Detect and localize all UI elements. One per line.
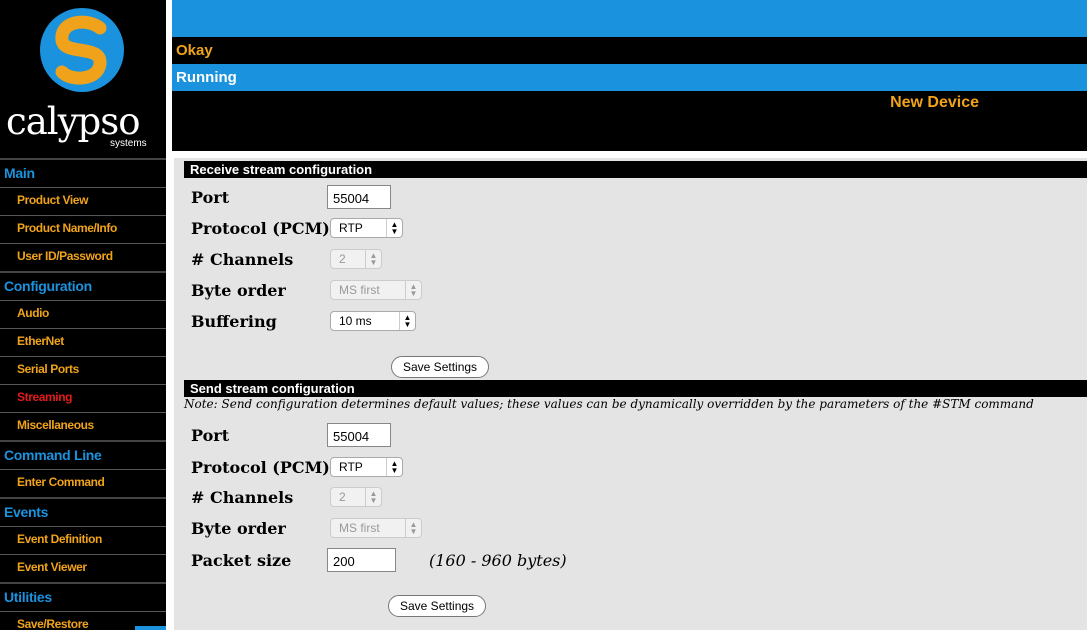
logo-wordmark: calypso: [6, 100, 140, 143]
nav-section-utilities: Utilities: [0, 582, 166, 611]
receive-byteorder-select[interactable]: MS first ▲ ▼: [330, 280, 422, 300]
send-save-button[interactable]: Save Settings: [388, 595, 487, 617]
nav-item-audio[interactable]: Audio: [0, 300, 166, 328]
nav-item-enter-command[interactable]: Enter Command: [0, 469, 166, 497]
state-bar: Running: [172, 64, 1087, 91]
nav-item-event-viewer[interactable]: Event Viewer: [0, 554, 166, 582]
nav-item-user-id-password[interactable]: User ID/Password: [0, 243, 166, 271]
send-packet-label: Packet size: [191, 551, 292, 570]
chevron-updown-icon: ▲ ▼: [399, 312, 415, 330]
chevron-updown-icon: ▲ ▼: [365, 250, 381, 268]
receive-protocol-value: RTP: [339, 221, 363, 235]
chevron-updown-icon: ▲ ▼: [365, 488, 381, 506]
nav-item-event-definition[interactable]: Event Definition: [0, 526, 166, 554]
send-section-title: Send stream configuration: [184, 380, 1087, 397]
device-bar: New Device: [172, 91, 1087, 151]
nav-item-save-restore[interactable]: Save/Restore: [0, 611, 166, 639]
send-byteorder-label: Byte order: [191, 519, 286, 538]
receive-byteorder-value: MS first: [339, 283, 380, 297]
status-bar: Okay: [172, 37, 1087, 64]
receive-port-input[interactable]: 55004: [327, 185, 391, 209]
nav-section-configuration: Configuration: [0, 271, 166, 300]
sidebar-footer-strip: [135, 626, 166, 630]
chevron-updown-icon: ▲ ▼: [405, 281, 421, 299]
main-panel: Receive stream configuration Port 55004 …: [174, 158, 1087, 630]
nav-item-ethernet[interactable]: EtherNet: [0, 328, 166, 356]
chevron-updown-icon: ▲ ▼: [386, 458, 402, 476]
nav-item-miscellaneous[interactable]: Miscellaneous: [0, 412, 166, 440]
receive-buffering-label: Buffering: [191, 312, 277, 331]
receive-channels-value: 2: [339, 252, 346, 266]
receive-channels-label: # Channels: [191, 250, 294, 269]
header-bar: [172, 0, 1087, 37]
send-packet-range: (160 - 960 bytes): [429, 551, 567, 570]
send-channels-select[interactable]: 2 ▲ ▼: [330, 487, 382, 507]
send-port-input[interactable]: 55004: [327, 423, 391, 447]
receive-channels-select[interactable]: 2 ▲ ▼: [330, 249, 382, 269]
logo: calypso systems: [0, 0, 166, 158]
receive-section-title: Receive stream configuration: [184, 161, 1087, 178]
chevron-updown-icon: ▲ ▼: [405, 519, 421, 537]
nav-item-serial-ports[interactable]: Serial Ports: [0, 356, 166, 384]
send-byteorder-value: MS first: [339, 521, 380, 535]
device-name: New Device: [890, 94, 979, 111]
send-packet-input[interactable]: 200: [327, 548, 396, 572]
receive-buffering-value: 10 ms: [339, 314, 372, 328]
receive-save-button[interactable]: Save Settings: [391, 356, 490, 378]
nav-item-streaming[interactable]: Streaming: [0, 384, 166, 412]
receive-buffering-select[interactable]: 10 ms ▲ ▼: [330, 311, 416, 331]
receive-protocol-label: Protocol (PCM): [191, 219, 330, 238]
receive-port-label: Port: [191, 188, 230, 207]
send-channels-label: # Channels: [191, 488, 294, 507]
send-protocol-select[interactable]: RTP ▲ ▼: [330, 457, 403, 477]
send-port-label: Port: [191, 426, 230, 445]
calypso-logo-icon: [40, 8, 124, 92]
nav-section-events: Events: [0, 497, 166, 526]
nav-item-product-view[interactable]: Product View: [0, 187, 166, 215]
receive-protocol-select[interactable]: RTP ▲ ▼: [330, 218, 403, 238]
send-protocol-value: RTP: [339, 460, 363, 474]
send-byteorder-select[interactable]: MS first ▲ ▼: [330, 518, 422, 538]
state-text: Running: [176, 69, 237, 86]
status-text: Okay: [176, 42, 213, 59]
send-channels-value: 2: [339, 490, 346, 504]
send-protocol-label: Protocol (PCM): [191, 458, 330, 477]
logo-subtext: systems: [110, 138, 147, 149]
nav-item-product-name-info[interactable]: Product Name/Info: [0, 215, 166, 243]
sidebar-nav: Main Product View Product Name/Info User…: [0, 158, 166, 631]
nav-section-main: Main: [0, 158, 166, 187]
nav-section-command-line: Command Line: [0, 440, 166, 469]
send-note: Note: Send configuration determines defa…: [184, 397, 1034, 411]
receive-byteorder-label: Byte order: [191, 281, 286, 300]
chevron-updown-icon: ▲ ▼: [386, 219, 402, 237]
